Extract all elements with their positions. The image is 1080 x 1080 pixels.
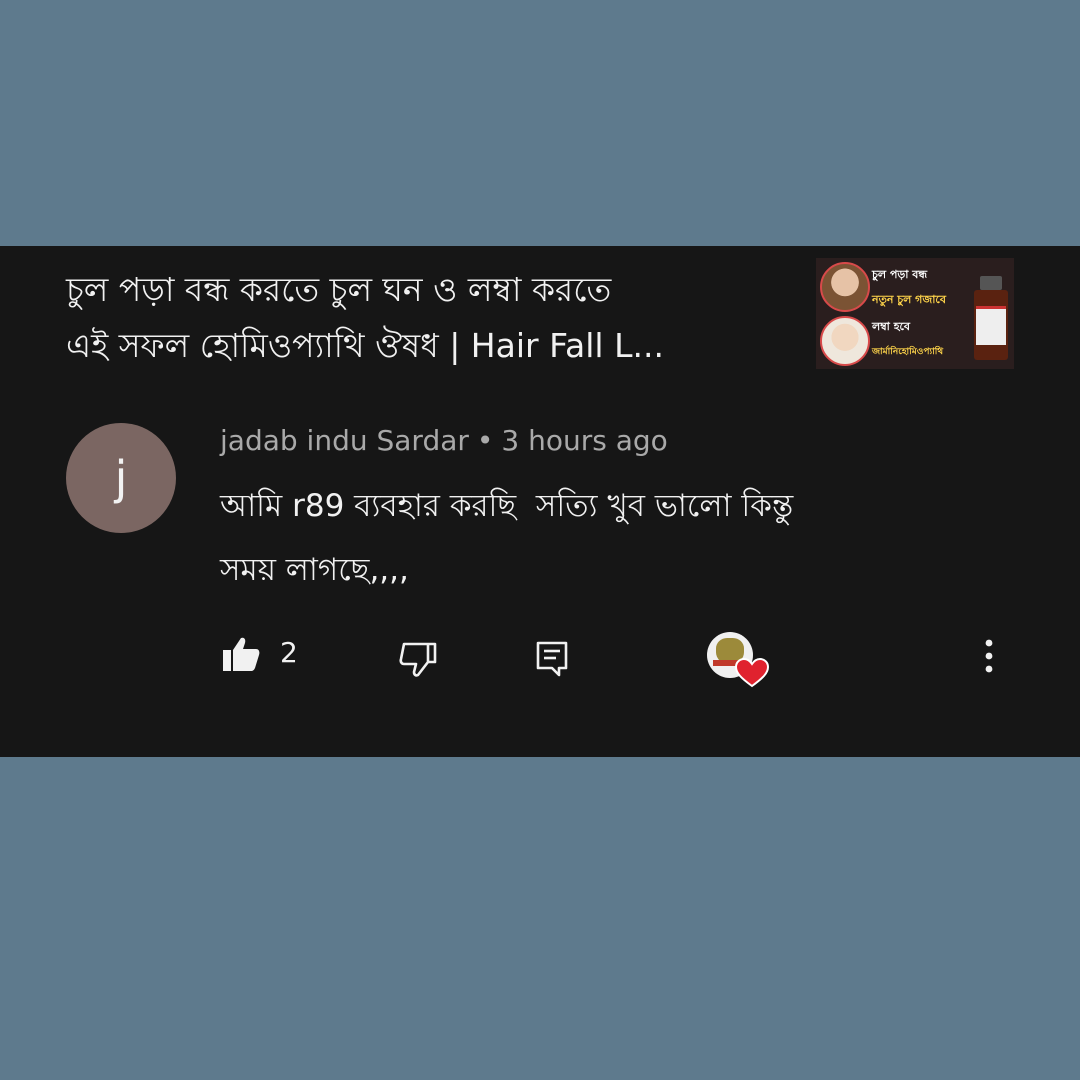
comment-text: আমি r89 ব্যবহার করছি সত্যি খুব ভালো কিন্… (220, 474, 980, 602)
comment-text-line-2: সময় লাগছে,,,, (220, 552, 409, 588)
thumbnail-text-2: নতুন চুল গজাবে (872, 293, 946, 306)
meta-separator: • (476, 424, 494, 457)
dislike-icon[interactable] (398, 640, 438, 678)
thumbnail-text-4: জার্মানিহোমিওপ্যাথি (872, 347, 944, 357)
heart-icon (735, 658, 769, 688)
thumbnail-face-2 (820, 316, 870, 366)
video-title-line-2: এই সফল হোমিওপ্যাথি ঔষধ | Hair Fall L... (66, 326, 664, 365)
medicine-bottle-image (974, 276, 1008, 360)
video-title-line-1: চুল পড়া বন্ধ করতে চুল ঘন ও লম্বা করতে (66, 270, 612, 309)
more-options-icon[interactable] (978, 636, 1000, 676)
creator-heart-badge (707, 632, 769, 690)
comment-time: 3 hours ago (501, 424, 668, 457)
reply-icon[interactable] (535, 640, 569, 678)
video-thumbnail[interactable]: চুল পড়া বন্ধ নতুন চুল গজাবে লম্বা হবে জ… (816, 258, 1014, 369)
video-title[interactable]: চুল পড়া বন্ধ করতে চুল ঘন ও লম্বা করতে এ… (66, 262, 786, 374)
thumbnail-text-1: চুল পড়া বন্ধ (872, 268, 928, 281)
avatar[interactable]: j (66, 423, 176, 533)
like-icon[interactable] (222, 636, 260, 672)
comment-meta: jadab indu Sardar • 3 hours ago (220, 424, 668, 457)
thumbnail-face-1 (820, 262, 870, 312)
thumbnail-text-3: লম্বা হবে (872, 320, 911, 333)
comment-text-line-1: আমি r89 ব্যবহার করছি সত্যি খুব ভালো কিন্… (220, 488, 794, 524)
like-count: 2 (280, 636, 298, 669)
comment-author[interactable]: jadab indu Sardar (220, 424, 469, 457)
